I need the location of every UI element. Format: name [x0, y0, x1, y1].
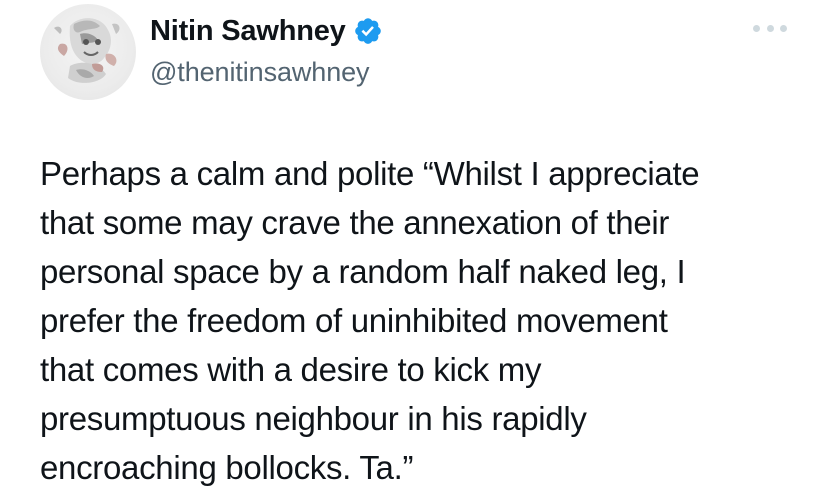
tweet-text: Perhaps a calm and polite “Whilst I appr… — [40, 155, 700, 486]
avatar-image — [54, 18, 120, 83]
avatar[interactable] — [40, 4, 136, 100]
verified-badge-icon — [353, 16, 383, 46]
author-display-name[interactable]: Nitin Sawhney — [150, 11, 346, 51]
more-options-icon[interactable] — [753, 18, 787, 38]
author-handle[interactable]: @thenitinsawhney — [150, 53, 370, 91]
dot-icon — [780, 24, 787, 32]
dot-icon — [753, 24, 760, 32]
dot-icon — [766, 24, 774, 32]
author-name-row: Nitin Sawhney — [150, 11, 383, 51]
tweet-card: Nitin Sawhney @thenitinsawhney Perhaps a… — [0, 0, 828, 502]
